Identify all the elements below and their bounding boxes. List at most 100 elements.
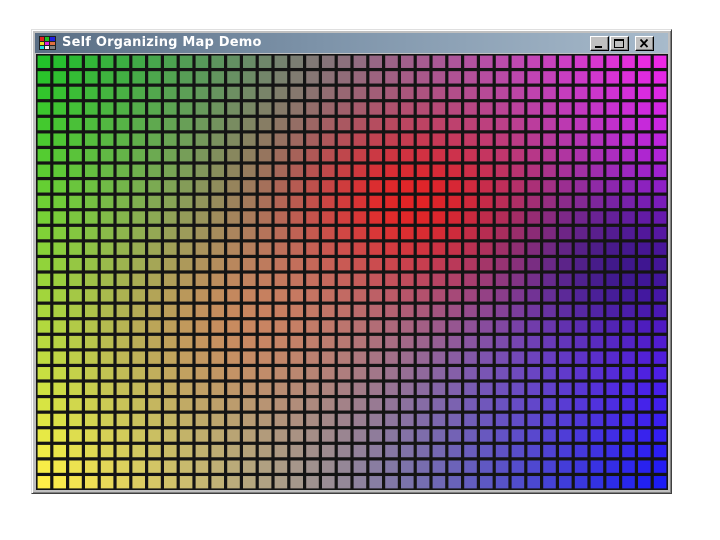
som-cell [146, 458, 163, 475]
som-cell [288, 240, 305, 257]
som-cell [351, 396, 368, 413]
som-cell [525, 69, 542, 86]
som-cell [588, 131, 605, 148]
som-cell [557, 443, 574, 459]
minimize-button[interactable] [590, 36, 609, 51]
som-cell [620, 427, 637, 444]
som-cell [604, 287, 621, 304]
som-cell [620, 396, 637, 413]
som-cell [541, 380, 558, 397]
som-cell [178, 116, 194, 132]
som-cell [336, 427, 352, 444]
som-cell [209, 318, 226, 335]
som-cell [241, 318, 258, 335]
som-cell [478, 116, 495, 132]
som-cell [636, 318, 653, 335]
som-cell [652, 396, 668, 413]
som-cell [241, 334, 258, 350]
som-cell [99, 85, 115, 101]
som-cell [636, 349, 653, 366]
som-cell [478, 365, 495, 382]
som-cell [115, 85, 131, 101]
som-cell [36, 54, 52, 70]
som-cell [525, 240, 542, 257]
som-cell [652, 349, 668, 366]
som-cell [367, 116, 384, 132]
som-cell [541, 272, 558, 288]
som-cell [178, 303, 194, 319]
som-cell [620, 100, 637, 117]
som-cell [367, 209, 384, 226]
som-cell [194, 256, 210, 272]
som-cell [494, 349, 510, 366]
som-cell [209, 334, 226, 350]
som-cell [162, 240, 179, 257]
som-cell [288, 427, 305, 444]
som-cell [241, 412, 258, 428]
som-cell [525, 474, 542, 490]
som-cell [67, 272, 84, 288]
som-cell [320, 303, 337, 319]
som-cell [320, 131, 337, 148]
som-cell [525, 318, 542, 335]
som-cell [462, 69, 479, 86]
som-cell [36, 209, 52, 226]
som-cell [399, 147, 416, 164]
som-cell [320, 194, 337, 210]
som-cell [557, 396, 574, 413]
som-cell [241, 474, 258, 490]
som-cell [320, 396, 337, 413]
som-cell [383, 458, 400, 475]
som-cell [320, 287, 337, 304]
som-cell [241, 209, 258, 226]
close-button[interactable] [635, 36, 654, 51]
som-cell [304, 365, 321, 382]
som-cell [36, 116, 52, 132]
som-cell [462, 240, 479, 257]
som-cell [573, 240, 589, 257]
som-cell [225, 287, 242, 304]
som-cell [146, 334, 163, 350]
som-cell [541, 85, 558, 101]
title-bar[interactable]: Self Organizing Map Demo [35, 33, 668, 53]
som-cell [162, 380, 179, 397]
som-cell [304, 318, 321, 335]
som-cell [588, 209, 605, 226]
som-cell [194, 100, 210, 117]
maximize-icon [614, 39, 624, 48]
som-cell [320, 458, 337, 475]
som-cell [509, 443, 526, 459]
som-cell [209, 412, 226, 428]
som-cell [383, 85, 400, 101]
som-cell [351, 225, 368, 241]
som-canvas[interactable] [36, 54, 668, 490]
som-cell [509, 194, 526, 210]
som-cell [494, 412, 510, 428]
som-cell [36, 303, 52, 319]
som-cell [494, 178, 510, 195]
som-cell [620, 54, 637, 70]
som-cell [273, 209, 289, 226]
som-cell [430, 100, 447, 117]
som-cell [446, 194, 463, 210]
som-cell [304, 194, 321, 210]
som-cell [525, 412, 542, 428]
maximize-button[interactable] [610, 36, 629, 51]
som-cell [257, 240, 273, 257]
som-cell [541, 349, 558, 366]
som-cell [51, 412, 68, 428]
som-cell [162, 131, 179, 148]
som-cell [36, 365, 52, 382]
som-cell [336, 147, 352, 164]
som-cell [604, 427, 621, 444]
som-cell [588, 412, 605, 428]
som-cell [430, 303, 447, 319]
som-cell [557, 209, 574, 226]
som-cell [146, 443, 163, 459]
som-cell [130, 240, 147, 257]
grid-app-icon[interactable] [39, 36, 56, 50]
som-cell [130, 194, 147, 210]
som-cell [273, 365, 289, 382]
som-cell [320, 85, 337, 101]
som-cell [604, 272, 621, 288]
